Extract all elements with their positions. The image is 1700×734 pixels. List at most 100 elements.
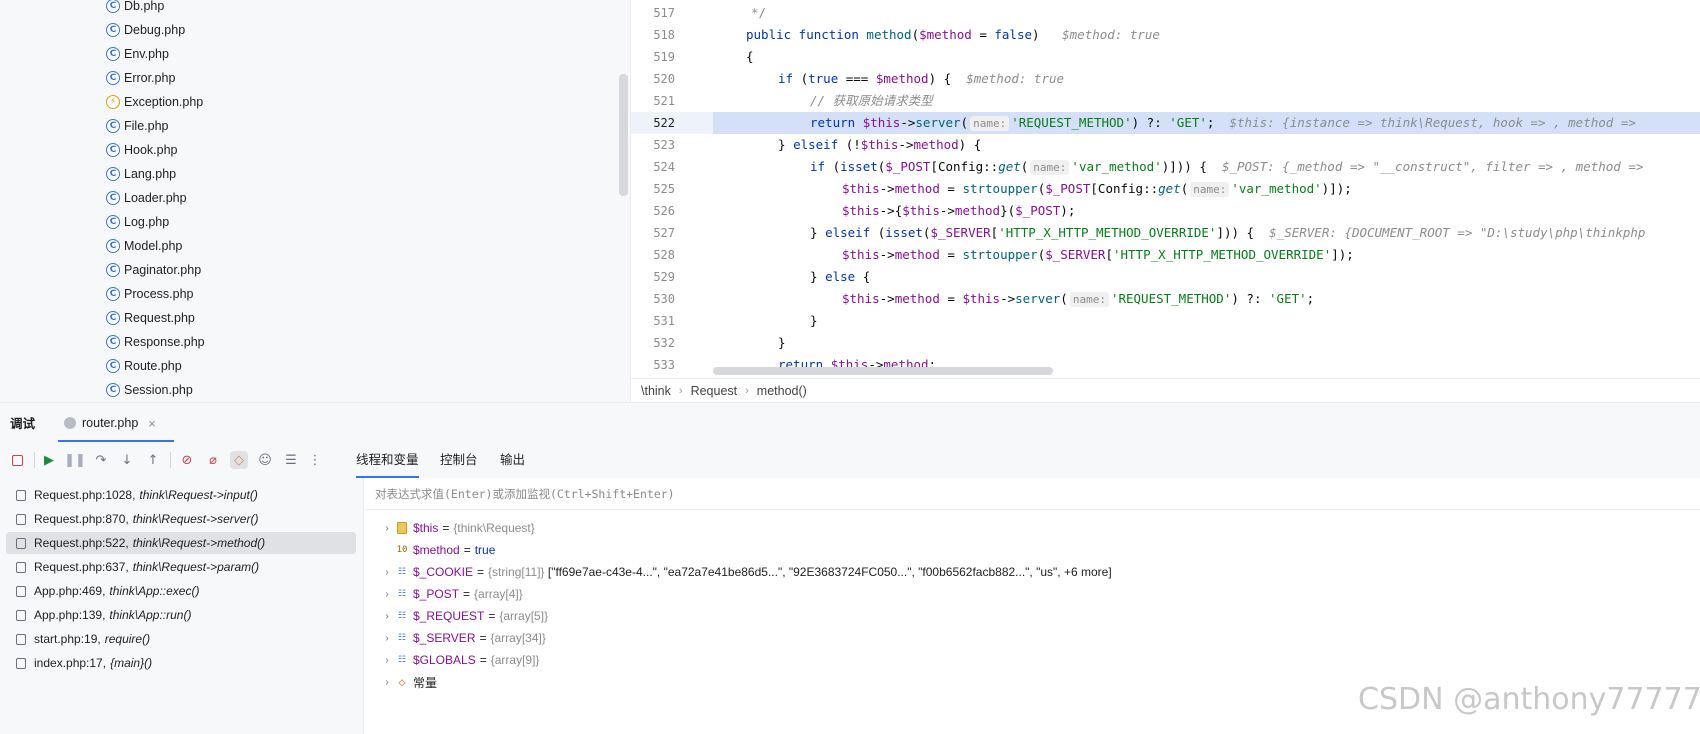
resume-icon[interactable]: ▶: [40, 451, 58, 469]
chevron-right-icon[interactable]: ›: [379, 567, 395, 578]
class-icon: C: [106, 239, 120, 253]
file-item[interactable]: C Log.php: [106, 210, 169, 234]
class-icon: C: [106, 47, 120, 61]
file-item[interactable]: ⚡ Exception.php: [106, 90, 203, 114]
code-line: 530 $this->method = $this->server(name: 'R…: [653, 291, 1315, 307]
evaluate-icon[interactable]: ◇: [230, 451, 248, 469]
class-icon: C: [106, 167, 120, 181]
code-line: 526 $this->{$this->method}($_POST);: [653, 203, 1076, 218]
editor-horizontal-scrollbar[interactable]: [713, 367, 1053, 375]
file-item[interactable]: C Model.php: [106, 234, 182, 258]
stack-frame[interactable]: start.php:19, require(): [6, 628, 356, 650]
chevron-right-icon: ›: [678, 384, 683, 397]
chevron-right-icon[interactable]: ›: [379, 677, 395, 688]
code-line: 523} elseif (!$this->method) {: [653, 137, 982, 152]
add-watch-icon[interactable]: ☰: [282, 451, 300, 469]
stack-frame[interactable]: index.php:17, {main}(): [6, 652, 356, 674]
inline-debug-hint: $_POST: {_method => "__construct", filte…: [1221, 159, 1644, 174]
code-line: 528 $this->method = strtoupper($_SERVER['…: [653, 247, 1354, 262]
code-line: 529} else {: [653, 269, 871, 284]
stack-frame[interactable]: Request.php:870, think\Request->server(): [6, 508, 356, 530]
stack-frame[interactable]: Request.php:1028, think\Request->input(): [6, 484, 356, 506]
tab-console[interactable]: 控制台: [440, 442, 478, 478]
code-editor[interactable]: 517 */ 518 public function method($method …: [630, 0, 1700, 378]
file-item[interactable]: C Request.php: [106, 306, 195, 330]
file-item[interactable]: C Error.php: [106, 66, 175, 90]
project-tree: C Db.php C Debug.php C Env.php C Error.php ⚡…: [0, 0, 630, 402]
stack-frame[interactable]: App.php:139, think\App::run(): [6, 604, 356, 626]
file-item[interactable]: C Route.php: [106, 354, 182, 378]
file-item[interactable]: C Db.php: [106, 0, 164, 18]
variable-row[interactable]: › ☷ $_SERVER = {array[34]}: [379, 627, 546, 649]
stack-frame[interactable]: App.php:469, think\App::exec(): [6, 580, 356, 602]
class-icon: C: [106, 119, 120, 133]
file-item[interactable]: C Env.php: [106, 42, 169, 66]
chevron-right-icon[interactable]: ›: [379, 611, 395, 622]
code-line: 525 $this->method = strtoupper($_POST[Con…: [653, 181, 1352, 197]
tab-threads-variables[interactable]: 线程和变量: [356, 442, 419, 478]
inline-debug-hint: $_SERVER: {DOCUMENT_ROOT => "D:\study\ph…: [1269, 225, 1646, 240]
more-options-icon[interactable]: ⋮: [306, 451, 324, 469]
class-icon: C: [106, 143, 120, 157]
mute-breakpoints-icon[interactable]: ⌀: [204, 451, 222, 469]
frame-icon: [16, 633, 26, 645]
class-icon: C: [106, 215, 120, 229]
chevron-right-icon[interactable]: ›: [379, 523, 395, 534]
class-icon: C: [106, 311, 120, 325]
stack-frame-selected[interactable]: Request.php:522, think\Request->method(): [6, 532, 356, 554]
file-item[interactable]: C Session.php: [106, 378, 193, 402]
bool-icon: 10: [396, 545, 408, 555]
breadcrumb-class[interactable]: Request: [691, 384, 738, 398]
evaluate-expression-input[interactable]: 对表达式求值(Enter)或添加监视(Ctrl+Shift+Enter): [365, 478, 1700, 510]
close-icon[interactable]: ×: [148, 416, 156, 431]
pause-icon[interactable]: ❚❚: [64, 451, 86, 469]
class-icon: C: [106, 0, 120, 13]
variable-row[interactable]: › ☷ $_POST = {array[4]}: [379, 583, 522, 605]
step-over-icon[interactable]: ↷: [92, 451, 110, 469]
chevron-right-icon[interactable]: ›: [379, 633, 395, 644]
chevron-right-icon[interactable]: ›: [379, 589, 395, 600]
breadcrumb: \think › Request › method(): [630, 378, 1700, 402]
debug-toolbar: ▶ ❚❚ ↷ ↓ ↑ ⊘ ⌀ ◇ ☺ ☰ ⋮ 线程和变量 控制台 输出: [0, 442, 1700, 478]
file-item[interactable]: C Paginator.php: [106, 258, 201, 282]
parameter-hint: name:: [1030, 160, 1070, 175]
step-into-icon[interactable]: ↓: [118, 451, 136, 469]
stop-icon[interactable]: [8, 451, 26, 469]
parameter-hint: name:: [1190, 182, 1230, 197]
parameter-hint: name:: [1069, 292, 1109, 307]
variable-row[interactable]: › ☷ $_COOKIE = {string[11]} ["ff69e7ae-c43…: [379, 561, 1111, 583]
class-icon: C: [106, 335, 120, 349]
variable-row[interactable]: › ☷ $GLOBALS = {array[9]}: [379, 649, 539, 671]
variable-row[interactable]: › ◇ 常量: [379, 671, 437, 693]
breadcrumb-method[interactable]: method(): [757, 384, 807, 398]
file-item[interactable]: C Response.php: [106, 330, 205, 354]
class-icon: C: [106, 23, 120, 37]
variable-row[interactable]: › ☷ $_REQUEST = {array[5]}: [379, 605, 548, 627]
exception-icon: ⚡: [106, 95, 120, 109]
variable-row[interactable]: › $this = {think\Request}: [379, 517, 534, 539]
array-icon: ☷: [397, 633, 407, 643]
variable-row[interactable]: 10 $method = true: [395, 539, 496, 561]
class-icon: C: [106, 71, 120, 85]
settings-icon[interactable]: ☺: [256, 451, 274, 469]
file-item[interactable]: C Lang.php: [106, 162, 176, 186]
tab-output[interactable]: 输出: [500, 442, 525, 478]
stack-frame[interactable]: Request.php:637, think\Request->param(): [6, 556, 356, 578]
file-item[interactable]: C Debug.php: [106, 18, 185, 42]
file-item[interactable]: C Hook.php: [106, 138, 178, 162]
frame-icon: [16, 585, 26, 597]
breadcrumb-namespace[interactable]: \think: [641, 384, 671, 398]
code-line: 527} elseif (isset($_SERVER['HTTP_X_HTTP…: [653, 225, 1646, 240]
frame-icon: [16, 537, 26, 549]
file-item[interactable]: C File.php: [106, 114, 168, 138]
step-out-icon[interactable]: ↑: [144, 451, 162, 469]
chevron-right-icon[interactable]: ›: [379, 655, 395, 666]
tree-scrollbar[interactable]: [619, 74, 628, 196]
frame-icon: [16, 609, 26, 621]
file-item[interactable]: C Loader.php: [106, 186, 187, 210]
debug-session-tab[interactable]: router.php ×: [58, 403, 174, 443]
file-item[interactable]: C Process.php: [106, 282, 193, 306]
debug-tool-window-header: 调试 router.php ×: [0, 402, 1700, 443]
object-icon: [395, 521, 409, 535]
view-breakpoints-icon[interactable]: ⊘: [178, 451, 196, 469]
